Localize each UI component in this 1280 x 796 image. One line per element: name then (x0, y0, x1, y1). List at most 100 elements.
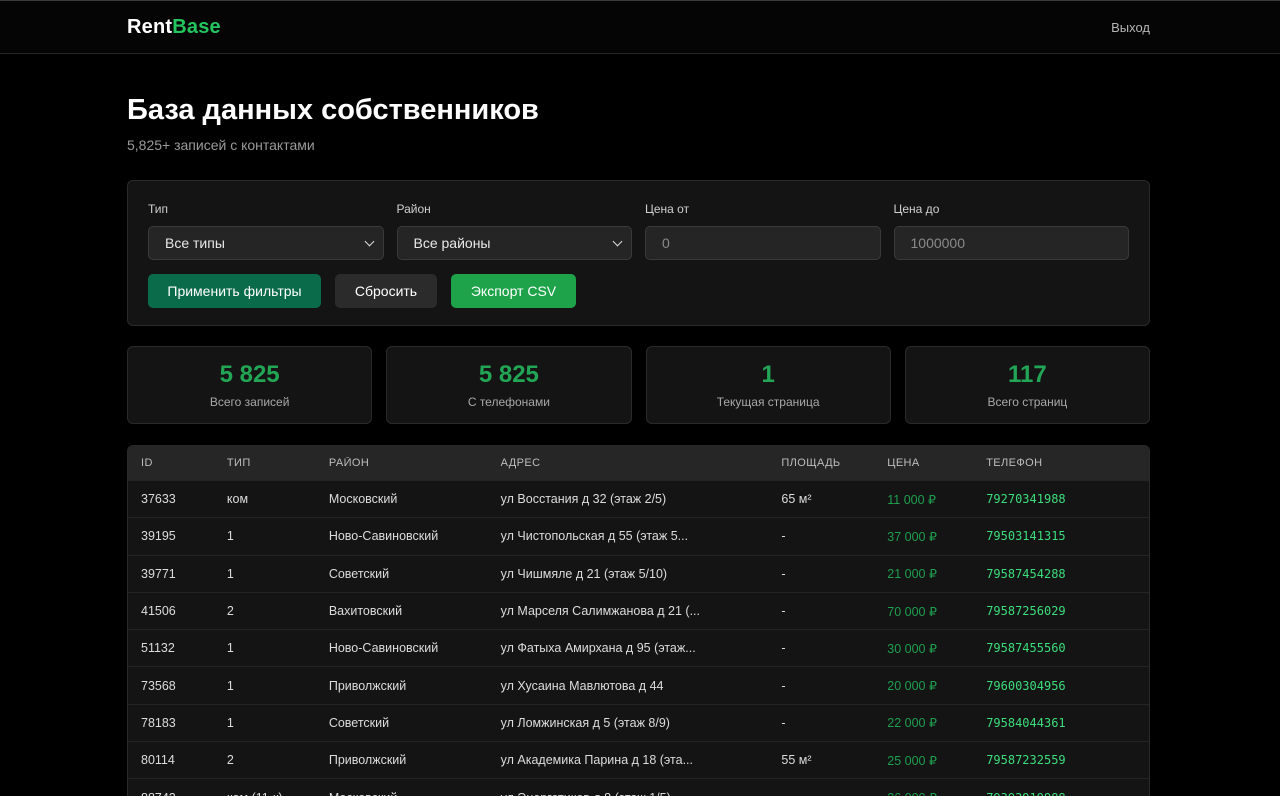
price-from-placeholder: 0 (662, 235, 670, 251)
district-select-value: Все районы (413, 235, 491, 251)
cell-price: 20 000 ₽ (887, 679, 937, 694)
price-from-input[interactable]: 0 (645, 226, 881, 260)
table-header: ID ТИП РАЙОН АДРЕС ПЛОЩАДЬ ЦЕНА ТЕЛЕФОН (128, 446, 1149, 480)
cell-district: Вахитовский (328, 604, 403, 619)
price-from-filter: Цена от 0 (645, 202, 881, 260)
stat-value: 1 (761, 361, 775, 388)
type-filter-label: Тип (148, 202, 169, 216)
price-to-label: Цена до (893, 202, 940, 216)
cell-phone-link[interactable]: 79587256029 (973, 604, 1149, 618)
cell-id: 51132 (141, 641, 175, 656)
cell-type: 1 (226, 566, 234, 581)
logout-link[interactable]: Выход (1111, 20, 1150, 35)
price-to-input[interactable]: 1000000 (893, 226, 1129, 260)
price-to-filter: Цена до 1000000 (893, 202, 1129, 260)
export-csv-button[interactable]: Экспорт CSV (451, 274, 576, 308)
table-row[interactable]: 51132 1 Ново-Савиновский ул Фатыха Амирхана… (128, 629, 1149, 666)
table-row[interactable]: 88742ком (11-к)Московскийул Энергетиков … (128, 778, 1149, 796)
cell-phone-link[interactable]: 79393919988 (973, 791, 1149, 796)
cell-address: ул Восстания д 32 (этаж 2/5) (500, 492, 667, 507)
column-header-id[interactable]: ID (128, 457, 214, 469)
main-content: База данных собственников 5,825+ записей… (0, 94, 1280, 796)
reset-button[interactable]: Сбросить (335, 274, 437, 308)
stat-value: 5 825 (478, 361, 539, 388)
cell-id: 39771 (141, 566, 176, 581)
cell-phone-link[interactable]: 79587232559 (973, 753, 1149, 767)
column-header-price[interactable]: ЦЕНА (874, 457, 973, 469)
cell-id: 88742 (128, 791, 214, 796)
cell-district: Московский (316, 791, 488, 796)
cell-id: 78183 (141, 715, 176, 730)
table-row[interactable]: 39771 1 Советский ул Чишмяле д 21 (этаж 5/1… (128, 554, 1149, 592)
chevron-down-icon (612, 236, 623, 246)
cell-district: Приволжский (328, 678, 407, 693)
cell-phone-link[interactable]: 79503141315 (973, 529, 1149, 543)
owners-table: ID ТИП РАЙОН АДРЕС ПЛОЩАДЬ ЦЕНА ТЕЛЕФОН … (127, 445, 1150, 796)
logo-text-rent: Rent (127, 15, 173, 38)
cell-type: 1 (226, 529, 234, 544)
cell-area: - (781, 678, 786, 693)
stat-with-phones: 5 825 С телефонами (386, 346, 632, 424)
district-select[interactable]: Все районы (396, 226, 632, 260)
cell-district: Приволжский (328, 753, 407, 768)
cell-area: - (768, 791, 874, 796)
stat-label: Всего страниц (987, 395, 1068, 409)
table-row[interactable]: 80114 2 Приволжский ул Академика Парина д 1… (128, 741, 1149, 778)
table-row[interactable]: 78183 1 Советский ул Ломжинская д 5 (этаж 8… (128, 703, 1149, 741)
district-filter: Район Все районы (396, 202, 632, 260)
cell-area: - (781, 529, 786, 544)
cell-price: 22 000 ₽ (887, 716, 937, 731)
column-header-address[interactable]: АДРЕС (488, 457, 769, 469)
column-header-phone[interactable]: ТЕЛЕФОН (973, 457, 1149, 469)
column-header-district[interactable]: РАЙОН (316, 457, 488, 469)
table-body: 37633 ком Московский ул Восстания д 32 (эта… (128, 480, 1149, 796)
cell-address: ул Чишмяле д 21 (этаж 5/10) (500, 566, 668, 581)
stat-total-pages: 117 Всего страниц (904, 346, 1150, 424)
stat-value: 117 (1008, 361, 1047, 388)
cell-type: 1 (226, 641, 234, 656)
top-navbar: RentBase Выход (0, 0, 1280, 54)
apply-filters-button[interactable]: Применить фильтры (148, 274, 321, 308)
cell-price: 25 000 ₽ (887, 753, 937, 768)
cell-area: 55 м² (781, 753, 812, 768)
cell-area: - (781, 566, 786, 581)
filters-panel: Тип Все типы Район Все районы Цена от 0 (127, 180, 1150, 326)
cell-address: ул Энергетиков д 8 (этаж 1/5) (488, 791, 769, 796)
cell-area: - (781, 641, 786, 656)
column-header-area[interactable]: ПЛОЩАДЬ (768, 457, 874, 469)
table-row[interactable]: 41506 2 Вахитовский ул Марселя Салимжанова … (128, 591, 1149, 629)
page-title: База данных собственников (127, 94, 539, 126)
table-row[interactable]: 39195 1 Ново-Савиновский ул Чистопольская д… (128, 517, 1149, 554)
cell-type: 2 (226, 604, 234, 619)
cell-price: 30 000 ₽ (887, 641, 937, 656)
stat-label: Текущая страница (716, 395, 820, 409)
table-row[interactable]: 37633 ком Московский ул Восстания д 32 (эта… (128, 480, 1149, 517)
logo[interactable]: RentBase (127, 16, 221, 39)
chevron-down-icon (364, 236, 374, 246)
stat-current-page: 1 Текущая страница (645, 346, 891, 424)
cell-phone-link[interactable]: 79587455560 (973, 641, 1149, 655)
cell-id: 39195 (141, 529, 176, 544)
cell-phone-link[interactable]: 79270341988 (973, 492, 1149, 506)
cell-price: 21 000 ₽ (887, 567, 937, 582)
cell-address: ул Фатыха Амирхана д 95 (этаж... (500, 641, 696, 656)
column-header-type[interactable]: ТИП (214, 457, 316, 469)
cell-district: Советский (328, 715, 390, 730)
table-row[interactable]: 73568 1 Приволжский ул Хусаина Мавлютова д … (128, 666, 1149, 703)
cell-district: Московский (328, 492, 398, 507)
cell-id: 80114 (141, 753, 175, 768)
cell-type: ком (226, 492, 249, 507)
cell-district: Советский (328, 566, 390, 581)
cell-phone-link[interactable]: 79584044361 (973, 716, 1149, 730)
cell-phone-link[interactable]: 79587454288 (973, 567, 1149, 581)
stat-label: С телефонами (467, 395, 550, 409)
cell-id: 73568 (141, 678, 176, 693)
type-select[interactable]: Все типы (148, 226, 384, 260)
cell-type: 1 (226, 715, 234, 730)
cell-phone-link[interactable]: 79600304956 (973, 679, 1149, 693)
cell-address: ул Ломжинская д 5 (этаж 8/9) (500, 715, 670, 730)
price-to-placeholder: 1000000 (910, 235, 966, 251)
cell-address: ул Марселя Салимжанова д 21 (... (500, 604, 700, 619)
cell-type: 2 (226, 753, 234, 768)
cell-type: 1 (226, 678, 234, 693)
